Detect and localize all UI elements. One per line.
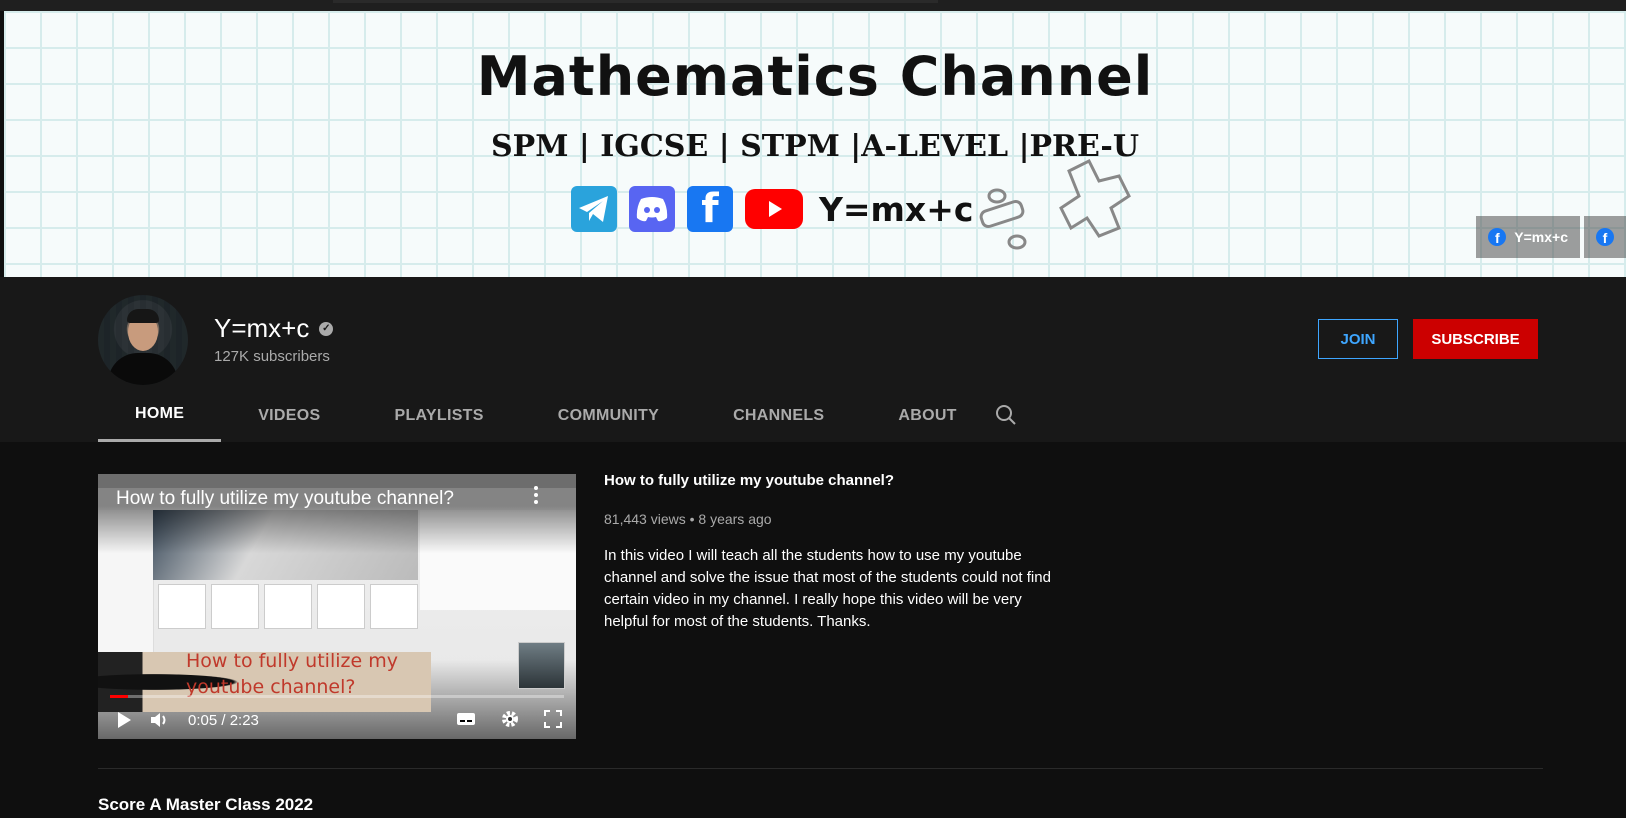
channel-banner: Mathematics Channel SPM | IGCSE | STPM |…: [4, 11, 1626, 277]
section-divider: [98, 768, 1543, 769]
subscriber-count: 127K subscribers: [214, 348, 330, 365]
math-symbols-doodle: [979, 158, 1131, 250]
banner-link-label: Y=mx+c: [1514, 229, 1568, 245]
presenter-thumbnail: [518, 642, 565, 689]
player-video-title[interactable]: How to fully utilize my youtube channel?: [116, 488, 454, 510]
avatar[interactable]: [98, 295, 188, 385]
channel-tabs: HOME VIDEOS PLAYLISTS COMMUNITY CHANNELS…: [98, 389, 994, 442]
tab-videos[interactable]: VIDEOS: [221, 389, 357, 442]
banner-link-facebook[interactable]: f Y=mx+c: [1476, 216, 1580, 258]
banner-link-facebook-2[interactable]: f: [1584, 216, 1626, 258]
tab-community[interactable]: COMMUNITY: [521, 389, 696, 442]
channel-name-row: Y=mx+c ✓: [214, 313, 334, 344]
channel-header: Y=mx+c ✓ 127K subscribers JOIN SUBSCRIBE…: [0, 277, 1626, 442]
settings-gear-icon[interactable]: [500, 709, 520, 729]
top-search-bar[interactable]: [333, 0, 938, 3]
banner-links: f Y=mx+c f: [1476, 216, 1626, 258]
discord-icon: [629, 186, 675, 232]
banner-subtitle: SPM | IGCSE | STPM |A-LEVEL |PRE-U: [490, 129, 1140, 164]
banner-social-row: f Y=mx+c: [571, 181, 973, 237]
join-button[interactable]: JOIN: [1318, 319, 1398, 359]
featured-video-title[interactable]: How to fully utilize my youtube channel?: [604, 472, 1064, 489]
tab-channels[interactable]: CHANNELS: [696, 389, 861, 442]
facebook-icon: f: [1488, 228, 1507, 246]
facebook-icon: f: [1596, 228, 1614, 246]
telegram-icon: [571, 186, 617, 232]
home-content: How to fully utilize my youtube channel?…: [4, 442, 1626, 818]
tab-playlists[interactable]: PLAYLISTS: [357, 389, 520, 442]
banner-handle: Y=mx+c: [819, 189, 974, 229]
captions-icon[interactable]: [456, 712, 476, 726]
subscribe-button[interactable]: SUBSCRIBE: [1413, 319, 1538, 359]
tab-about[interactable]: ABOUT: [861, 389, 993, 442]
video-progress-bar[interactable]: [110, 695, 564, 698]
channel-name: Y=mx+c: [214, 313, 310, 343]
player-controls: 0:05 / 2:23: [98, 701, 576, 739]
facebook-icon: f: [687, 186, 733, 232]
featured-video-info: How to fully utilize my youtube channel?…: [604, 472, 1064, 633]
featured-video-player[interactable]: How to fully utilize my youtube channel?…: [98, 474, 576, 739]
tab-home[interactable]: HOME: [98, 389, 222, 442]
featured-video-meta: 81,443 views • 8 years ago: [604, 511, 772, 527]
play-icon[interactable]: [116, 711, 132, 729]
youtube-icon: [745, 189, 803, 229]
featured-video-description: In this video I will teach all the stude…: [604, 547, 1051, 630]
fullscreen-icon[interactable]: [544, 710, 562, 728]
banner-title: Mathematics Channel: [476, 45, 1154, 108]
verified-check-icon: ✓: [319, 321, 334, 336]
section-title[interactable]: Score A Master Class 2022: [98, 795, 313, 815]
search-icon[interactable]: [995, 404, 1017, 426]
browser-top-strip: [0, 0, 1626, 11]
volume-icon[interactable]: [150, 711, 170, 729]
thumbnail-overlay-text: How to fully utilize my youtube channel?: [186, 650, 398, 698]
video-time: 0:05 / 2:23: [188, 711, 259, 729]
more-options-icon[interactable]: [534, 486, 538, 504]
